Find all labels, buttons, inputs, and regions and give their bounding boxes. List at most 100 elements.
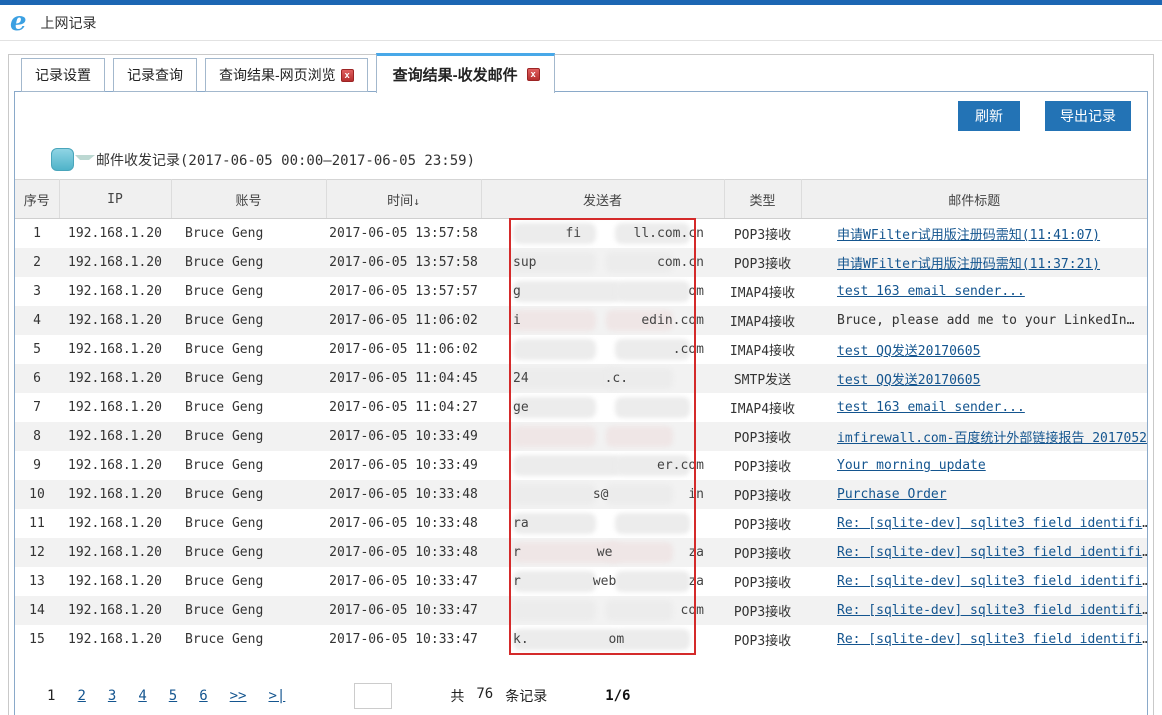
tab-query-result-web[interactable]: 查询结果-网页浏览 x — [205, 58, 368, 92]
cell-type: IMAP4接收 — [724, 335, 801, 364]
subject-link[interactable]: Your morning update — [837, 458, 986, 473]
cell-subject: test QQ发送20170605 — [801, 364, 1147, 393]
blur-smudge — [615, 281, 690, 302]
cell-ip: 192.168.1.20 — [59, 625, 171, 654]
cell-ip: 192.168.1.20 — [59, 219, 171, 249]
cell-type: POP3接收 — [724, 480, 801, 509]
page-link-4[interactable]: 4 — [138, 688, 146, 704]
subject-link[interactable]: test 163 email sender... — [837, 400, 1025, 415]
blur-smudge — [513, 223, 596, 244]
cell-subject: Re: [sqlite-dev] sqlite3 field identifi… — [801, 625, 1147, 654]
tab-label: 记录设置 — [35, 65, 91, 85]
col-header-no: 序号 — [15, 180, 59, 219]
cell-subject: Bruce, please add me to your LinkedIn… — [801, 306, 1147, 335]
redacted-sender — [513, 422, 710, 451]
page-jump-input[interactable] — [354, 683, 392, 709]
cell-sender: fi ll.com.cn — [481, 219, 724, 249]
subject-link[interactable]: test 163 email sender... — [837, 284, 1025, 299]
tab-query-result-mail[interactable]: 查询结果-收发邮件 x — [376, 53, 555, 93]
cell-time: 2017-06-05 10:33:47 — [326, 625, 481, 654]
cell-account: Bruce Geng — [171, 509, 326, 538]
redacted-sender: .com — [513, 335, 710, 364]
subject-link[interactable]: test QQ发送20170605 — [837, 344, 980, 359]
blur-smudge — [513, 339, 596, 360]
subject-link[interactable]: Re: [sqlite-dev] sqlite3 field identifi — [837, 516, 1142, 531]
cell-ip: 192.168.1.20 — [59, 335, 171, 364]
cell-account: Bruce Geng — [171, 567, 326, 596]
cell-sender: r web za — [481, 567, 724, 596]
table-row: 4 192.168.1.20 Bruce Geng 2017-06-05 11:… — [15, 306, 1147, 335]
export-records-button[interactable]: 导出记录 — [1045, 101, 1131, 131]
tab-record-settings[interactable]: 记录设置 — [21, 58, 105, 92]
cell-sender: r we za — [481, 538, 724, 567]
cell-type: IMAP4接收 — [724, 306, 801, 335]
page-link-6[interactable]: 6 — [199, 688, 207, 704]
blur-smudge — [513, 310, 596, 331]
cell-ip: 192.168.1.20 — [59, 538, 171, 567]
table-row: 1 192.168.1.20 Bruce Geng 2017-06-05 13:… — [15, 219, 1147, 249]
next-pages-link[interactable]: >> — [230, 688, 247, 704]
subject-link[interactable]: Re: [sqlite-dev] sqlite3 field identifi — [837, 603, 1142, 618]
tab-label: 查询结果-网页浏览 — [219, 65, 336, 85]
cell-subject: 申请WFilter试用版注册码需知(11:41:07) — [801, 219, 1147, 249]
page-link-2[interactable]: 2 — [77, 688, 85, 704]
cell-time: 2017-06-05 10:33:47 — [326, 567, 481, 596]
subject-truncation: … — [1142, 516, 1147, 531]
blur-smudge — [606, 600, 673, 621]
subject-link: Bruce, please add me to your LinkedIn — [837, 313, 1127, 328]
sort-desc-icon: ↓ — [413, 195, 420, 208]
cell-no: 3 — [15, 277, 59, 306]
subject-link[interactable]: 申请WFilter试用版注册码需知(11:37:21) — [837, 257, 1100, 272]
cell-sender: k. om — [481, 625, 724, 654]
redacted-sender: fi ll.com.cn — [513, 219, 710, 248]
subject-link[interactable]: test QQ发送20170605 — [837, 373, 980, 388]
table-row: 2 192.168.1.20 Bruce Geng 2017-06-05 13:… — [15, 248, 1147, 277]
cell-subject: Re: [sqlite-dev] sqlite3 field identifi… — [801, 567, 1147, 596]
col-header-time[interactable]: 时间↓ — [326, 180, 481, 219]
col-header-account: 账号 — [171, 180, 326, 219]
cell-account: Bruce Geng — [171, 364, 326, 393]
cell-no: 1 — [15, 219, 59, 249]
close-tab-icon[interactable]: x — [341, 69, 354, 82]
subject-link[interactable]: Re: [sqlite-dev] sqlite3 field identifi — [837, 632, 1142, 647]
cell-sender: g om — [481, 277, 724, 306]
ie-browser-icon: e — [10, 9, 27, 35]
cell-time: 2017-06-05 13:57:58 — [326, 219, 481, 249]
last-page-link[interactable]: >| — [268, 688, 285, 704]
subject-link[interactable]: 申请WFilter试用版注册码需知(11:41:07) — [837, 228, 1100, 243]
cell-time: 2017-06-05 10:33:48 — [326, 538, 481, 567]
blur-smudge — [513, 281, 621, 302]
cell-ip: 192.168.1.20 — [59, 480, 171, 509]
cell-type: POP3接收 — [724, 219, 801, 249]
cell-sender: com — [481, 596, 724, 625]
refresh-button[interactable]: 刷新 — [958, 101, 1020, 131]
redacted-sender: ge — [513, 393, 710, 422]
pagination-bar: 1 2 3 4 5 6 >> >| 共 76 条记录 1/6 — [47, 683, 1147, 709]
cell-subject: Your morning update — [801, 451, 1147, 480]
subject-link[interactable]: imfirewall.com-百度统计外部链接报告 2017052 — [837, 431, 1147, 446]
cell-no: 5 — [15, 335, 59, 364]
table-row: 13 192.168.1.20 Bruce Geng 2017-06-05 10… — [15, 567, 1147, 596]
page-indicator: 1/6 — [605, 688, 630, 704]
records-table: 序号 IP 账号 时间↓ 发送者 类型 邮件标题 1 192.168.1.20 … — [15, 179, 1147, 654]
col-header-sender: 发送者 — [481, 180, 724, 219]
cell-no: 2 — [15, 248, 59, 277]
cell-ip: 192.168.1.20 — [59, 451, 171, 480]
tab-record-query[interactable]: 记录查询 — [113, 58, 197, 92]
table-row: 9 192.168.1.20 Bruce Geng 2017-06-05 10:… — [15, 451, 1147, 480]
cell-ip: 192.168.1.20 — [59, 393, 171, 422]
subject-link[interactable]: Re: [sqlite-dev] sqlite3 field identifi — [837, 574, 1142, 589]
subject-link[interactable]: Purchase Order — [837, 487, 947, 502]
cell-ip: 192.168.1.20 — [59, 306, 171, 335]
subject-link[interactable]: Re: [sqlite-dev] sqlite3 field identifi — [837, 545, 1142, 560]
page-link-5[interactable]: 5 — [169, 688, 177, 704]
cell-subject: Purchase Order — [801, 480, 1147, 509]
page-link-3[interactable]: 3 — [108, 688, 116, 704]
section-title-row: 邮件收发记录(2017-06-05 00:00—2017-06-05 23:59… — [29, 148, 1147, 171]
cell-sender — [481, 422, 724, 451]
cell-no: 6 — [15, 364, 59, 393]
records-table-wrap: 序号 IP 账号 时间↓ 发送者 类型 邮件标题 1 192.168.1.20 … — [15, 179, 1147, 654]
page-current: 1 — [47, 688, 55, 704]
tab-label: 查询结果-收发邮件 — [393, 64, 518, 85]
close-tab-icon[interactable]: x — [527, 68, 540, 81]
